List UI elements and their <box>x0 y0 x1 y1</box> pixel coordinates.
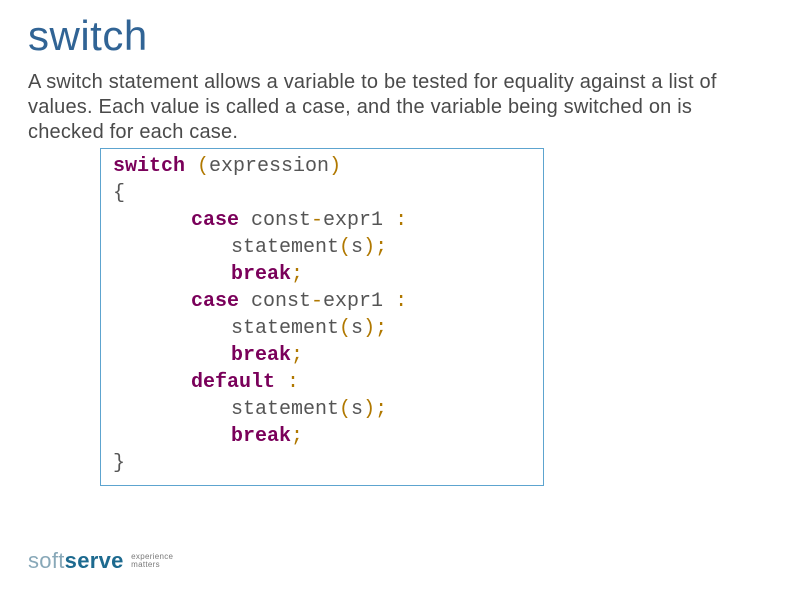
code-line: default : <box>113 369 531 396</box>
code-line: statement(s); <box>113 396 531 423</box>
logo-serve-text: serve <box>65 548 124 573</box>
page-title: switch <box>0 0 800 64</box>
logo-tagline: experience matters <box>131 553 173 570</box>
code-line: statement(s); <box>113 234 531 261</box>
code-line: case const-expr1 : <box>113 207 531 234</box>
code-line: } <box>113 450 531 477</box>
code-line: break; <box>113 261 531 288</box>
code-snippet: switch (expression) { case const-expr1 :… <box>100 148 544 486</box>
code-line: case const-expr1 : <box>113 288 531 315</box>
code-line: { <box>113 180 531 207</box>
code-line: break; <box>113 342 531 369</box>
logo-soft-text: soft <box>28 548 65 573</box>
code-line: switch (expression) <box>113 153 531 180</box>
description-text: A switch statement allows a variable to … <box>0 64 800 146</box>
company-logo: softserve experience matters <box>28 548 173 574</box>
code-line: break; <box>113 423 531 450</box>
code-line: statement(s); <box>113 315 531 342</box>
